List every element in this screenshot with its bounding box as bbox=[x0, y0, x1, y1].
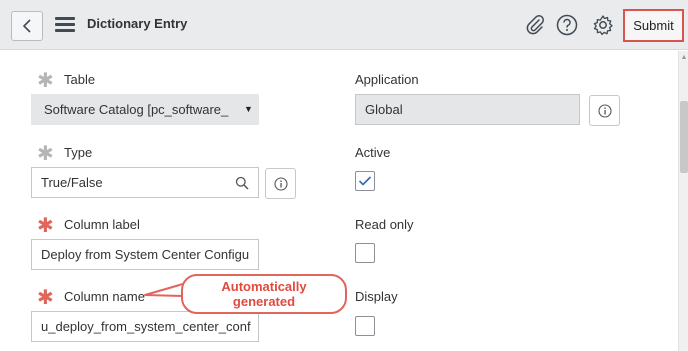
scroll-up-arrow-icon[interactable]: ▲ bbox=[679, 53, 688, 63]
paperclip-icon[interactable] bbox=[523, 13, 547, 37]
submit-highlight: Submit bbox=[623, 9, 684, 42]
scrollbar[interactable]: ▲ bbox=[678, 51, 688, 351]
read-only-checkbox[interactable] bbox=[355, 243, 375, 263]
column-name-label: Column name bbox=[64, 289, 145, 304]
required-indicator-icon: ✱ bbox=[37, 287, 54, 309]
column-name-field[interactable]: u_deploy_from_system_center_conf bbox=[31, 311, 259, 342]
application-field: Global bbox=[355, 94, 580, 125]
info-icon bbox=[597, 103, 612, 118]
active-label: Active bbox=[355, 145, 391, 160]
type-info-button[interactable] bbox=[265, 168, 296, 199]
help-icon[interactable] bbox=[555, 13, 579, 37]
display-checkbox[interactable] bbox=[355, 316, 375, 336]
search-icon bbox=[235, 176, 249, 190]
auto-generated-callout: Automatically generated bbox=[181, 274, 347, 314]
required-indicator-icon: ✱ bbox=[37, 70, 54, 92]
table-select-value: Software Catalog [pc_software_ bbox=[44, 102, 229, 117]
back-icon bbox=[22, 19, 31, 33]
read-only-label: Read only bbox=[355, 217, 414, 232]
column-label-label: Column label bbox=[64, 217, 140, 232]
info-icon bbox=[273, 176, 288, 191]
table-select[interactable]: Software Catalog [pc_software_ bbox=[31, 94, 259, 125]
active-checkbox[interactable] bbox=[355, 171, 375, 191]
required-indicator-icon: ✱ bbox=[37, 143, 54, 165]
required-indicator-icon: ✱ bbox=[37, 215, 54, 237]
checkmark-icon bbox=[358, 176, 372, 186]
menu-icon[interactable] bbox=[55, 17, 75, 33]
column-label-field[interactable]: Deploy from System Center Configu bbox=[31, 239, 259, 270]
table-label: Table bbox=[64, 72, 96, 87]
application-label: Application bbox=[355, 72, 419, 87]
dropdown-arrow-icon: ▼ bbox=[244, 104, 253, 114]
page-title: Dictionary Entry bbox=[87, 16, 188, 31]
display-label: Display bbox=[355, 289, 398, 304]
type-label: Type bbox=[64, 145, 93, 160]
application-value: Global bbox=[365, 102, 403, 117]
form-header: Dictionary Entry Submit bbox=[0, 0, 688, 50]
submit-button[interactable]: Submit bbox=[633, 18, 673, 33]
scrollbar-thumb[interactable] bbox=[680, 101, 688, 173]
callout-line1: Automatically bbox=[221, 279, 307, 294]
type-search-button[interactable] bbox=[225, 167, 259, 198]
type-value: True/False bbox=[41, 175, 103, 190]
type-field[interactable]: True/False bbox=[31, 167, 226, 198]
callout-line2: generated bbox=[232, 294, 296, 309]
column-label-value: Deploy from System Center Configu bbox=[41, 247, 250, 262]
application-info-button[interactable] bbox=[589, 95, 620, 126]
gear-icon[interactable] bbox=[591, 13, 615, 37]
back-button[interactable] bbox=[11, 11, 43, 41]
column-name-value: u_deploy_from_system_center_conf bbox=[41, 319, 251, 334]
